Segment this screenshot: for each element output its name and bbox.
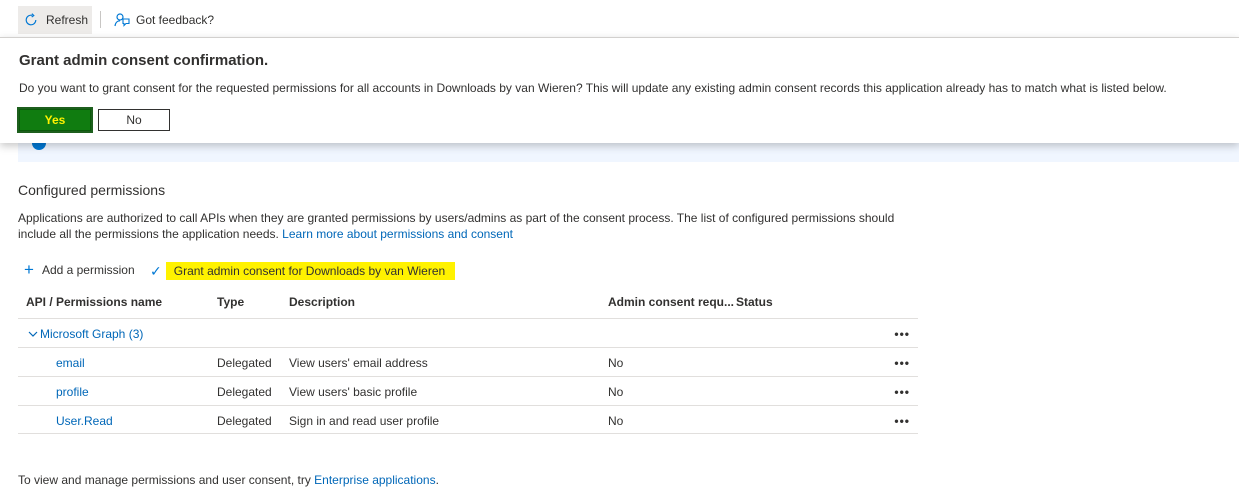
permission-type: Delegated xyxy=(217,413,272,428)
refresh-label: Refresh xyxy=(46,13,89,27)
refresh-icon xyxy=(25,13,37,26)
no-button[interactable]: No xyxy=(98,109,170,131)
header-admin-consent[interactable]: Admin consent requ... xyxy=(608,288,734,316)
command-bar: Refresh Got feedback? xyxy=(0,0,1239,40)
permission-type: Delegated xyxy=(217,384,272,399)
more-options-icon[interactable]: ••• xyxy=(894,406,910,435)
yes-button[interactable]: Yes xyxy=(17,107,93,133)
section-title: Configured permissions xyxy=(18,182,166,198)
table-row: profile Delegated View users' basic prof… xyxy=(18,376,918,405)
more-options-icon[interactable]: ••• xyxy=(894,377,910,406)
footer-period: . xyxy=(435,473,439,487)
feedback-icon xyxy=(114,13,130,27)
add-permission-label: Add a permission xyxy=(41,263,135,277)
group-row-microsoft-graph[interactable]: Microsoft Graph (3) ••• xyxy=(18,318,918,347)
permission-name-link[interactable]: profile xyxy=(56,377,89,406)
consent-confirmation-dialog: Grant admin consent confirmation. Do you… xyxy=(0,37,1239,143)
chevron-down-icon xyxy=(28,331,38,337)
plus-icon: + xyxy=(24,260,34,279)
enterprise-applications-link[interactable]: Enterprise applications xyxy=(314,473,435,487)
group-toggle[interactable]: Microsoft Graph (3) xyxy=(28,319,143,348)
permission-name-link[interactable]: email xyxy=(56,348,85,377)
admin-consent-required: No xyxy=(608,384,624,399)
dialog-title: Grant admin consent confirmation. xyxy=(19,52,269,69)
footer-note: To view and manage permissions and user … xyxy=(18,473,439,487)
header-status[interactable]: Status xyxy=(736,288,773,316)
table-row: User.Read Delegated Sign in and read use… xyxy=(18,405,918,434)
admin-consent-required: No xyxy=(608,355,624,370)
more-options-icon[interactable]: ••• xyxy=(894,348,910,377)
feedback-label: Got feedback? xyxy=(136,13,215,27)
dialog-message: Do you want to grant consent for the req… xyxy=(19,81,1167,95)
section-description: Applications are authorized to call APIs… xyxy=(18,210,918,242)
admin-consent-required: No xyxy=(608,413,624,428)
permission-name-link[interactable]: User.Read xyxy=(56,406,113,435)
permission-description: Sign in and read user profile xyxy=(289,413,440,428)
feedback-button[interactable]: Got feedback? xyxy=(114,6,214,34)
grant-admin-consent-button[interactable]: ✓ Grant admin consent for Downloads by v… xyxy=(150,262,456,280)
permission-description: View users' basic profile xyxy=(289,384,418,399)
permission-type: Delegated xyxy=(217,355,272,370)
header-description[interactable]: Description xyxy=(289,288,355,316)
add-permission-button[interactable]: + Add a permission xyxy=(24,260,135,279)
group-label: Microsoft Graph (3) xyxy=(40,326,144,341)
more-options-icon[interactable]: ••• xyxy=(894,319,910,348)
table-row: email Delegated View users' email addres… xyxy=(18,347,918,376)
header-type[interactable]: Type xyxy=(217,288,244,316)
permission-description: View users' email address xyxy=(289,355,428,370)
checkmark-icon: ✓ xyxy=(150,262,162,279)
footer-text: To view and manage permissions and user … xyxy=(18,473,311,487)
toolbar-divider xyxy=(100,11,101,28)
header-name[interactable]: API / Permissions name xyxy=(26,288,162,316)
grant-consent-label: Grant admin consent for Downloads by van… xyxy=(165,262,456,280)
refresh-button[interactable]: Refresh xyxy=(18,6,92,34)
learn-more-link[interactable]: Learn more about permissions and consent xyxy=(282,227,513,241)
